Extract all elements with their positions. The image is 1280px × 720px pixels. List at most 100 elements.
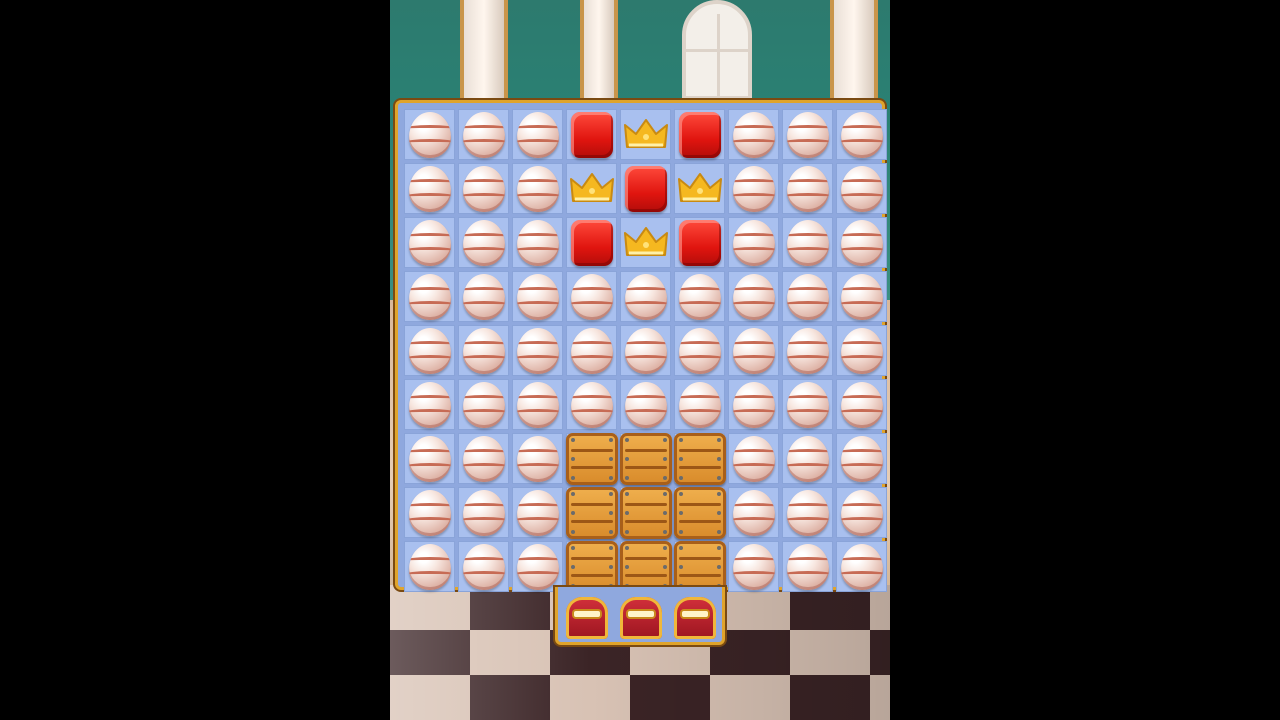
patterned-egg-icon[interactable] bbox=[511, 270, 565, 324]
wooden-crate-icon[interactable] bbox=[619, 486, 673, 540]
red-jelly-block-icon[interactable] bbox=[565, 108, 619, 162]
patterned-egg-icon[interactable] bbox=[457, 540, 511, 594]
patterned-egg-icon[interactable] bbox=[673, 378, 727, 432]
patterned-egg-icon[interactable] bbox=[619, 270, 673, 324]
patterned-egg-icon[interactable] bbox=[565, 324, 619, 378]
patterned-egg-icon[interactable] bbox=[781, 270, 835, 324]
patterned-egg-icon[interactable] bbox=[727, 108, 781, 162]
egg-pattern bbox=[679, 274, 721, 320]
patterned-egg-icon[interactable] bbox=[835, 540, 889, 594]
patterned-egg-icon[interactable] bbox=[403, 108, 457, 162]
patterned-egg-icon[interactable] bbox=[835, 270, 889, 324]
wooden-crate-icon[interactable] bbox=[565, 540, 619, 594]
patterned-egg-icon[interactable] bbox=[403, 324, 457, 378]
patterned-egg-icon[interactable] bbox=[727, 432, 781, 486]
red-jelly-block-icon[interactable] bbox=[619, 162, 673, 216]
patterned-egg-icon[interactable] bbox=[781, 108, 835, 162]
egg-pattern bbox=[517, 274, 559, 320]
wooden-crate-icon[interactable] bbox=[619, 432, 673, 486]
patterned-egg-icon[interactable] bbox=[403, 216, 457, 270]
patterned-egg-icon[interactable] bbox=[727, 324, 781, 378]
gold-crown-icon[interactable] bbox=[619, 216, 673, 270]
patterned-egg-icon[interactable] bbox=[835, 162, 889, 216]
patterned-egg-icon[interactable] bbox=[727, 378, 781, 432]
patterned-egg-icon[interactable] bbox=[403, 486, 457, 540]
red-jelly-block-icon[interactable] bbox=[565, 216, 619, 270]
patterned-egg-icon[interactable] bbox=[511, 540, 565, 594]
patterned-egg-icon[interactable] bbox=[403, 270, 457, 324]
patterned-egg-icon[interactable] bbox=[457, 486, 511, 540]
background-pillar bbox=[580, 0, 618, 110]
crate-bolt bbox=[717, 511, 721, 515]
patterned-egg-icon[interactable] bbox=[457, 162, 511, 216]
wooden-crate-icon[interactable] bbox=[565, 486, 619, 540]
patterned-egg-icon[interactable] bbox=[457, 324, 511, 378]
patterned-egg-icon[interactable] bbox=[781, 432, 835, 486]
crate-bolt bbox=[717, 457, 721, 461]
patterned-egg-icon[interactable] bbox=[403, 540, 457, 594]
patterned-egg-icon[interactable] bbox=[511, 378, 565, 432]
egg-pattern bbox=[571, 382, 613, 428]
patterned-egg-icon[interactable] bbox=[565, 270, 619, 324]
patterned-egg-icon[interactable] bbox=[511, 324, 565, 378]
patterned-egg-icon[interactable] bbox=[457, 378, 511, 432]
patterned-egg-icon[interactable] bbox=[835, 432, 889, 486]
patterned-egg-icon[interactable] bbox=[457, 108, 511, 162]
patterned-egg-icon[interactable] bbox=[781, 324, 835, 378]
gold-crown-icon[interactable] bbox=[673, 162, 727, 216]
wooden-crate-icon[interactable] bbox=[673, 486, 727, 540]
patterned-egg-icon[interactable] bbox=[727, 540, 781, 594]
patterned-egg-icon[interactable] bbox=[673, 324, 727, 378]
crate-bolt bbox=[625, 565, 629, 569]
red-block-shape bbox=[571, 112, 613, 158]
egg-pattern bbox=[409, 436, 451, 482]
patterned-egg-icon[interactable] bbox=[781, 540, 835, 594]
patterned-egg-icon[interactable] bbox=[565, 378, 619, 432]
patterned-egg-icon[interactable] bbox=[511, 108, 565, 162]
background-pillar bbox=[830, 0, 878, 110]
patterned-egg-icon[interactable] bbox=[403, 432, 457, 486]
patterned-egg-icon[interactable] bbox=[403, 378, 457, 432]
crate-bolt bbox=[663, 476, 667, 480]
crate-bolt bbox=[571, 511, 575, 515]
patterned-egg-icon[interactable] bbox=[457, 270, 511, 324]
egg-pattern bbox=[841, 436, 883, 482]
patterned-egg-icon[interactable] bbox=[619, 324, 673, 378]
patterned-egg-icon[interactable] bbox=[619, 378, 673, 432]
patterned-egg-icon[interactable] bbox=[835, 216, 889, 270]
egg-pattern bbox=[463, 274, 505, 320]
patterned-egg-icon[interactable] bbox=[511, 216, 565, 270]
red-block-shape bbox=[679, 112, 721, 158]
crate-bolt bbox=[609, 457, 613, 461]
crate-shape bbox=[566, 433, 618, 485]
patterned-egg-icon[interactable] bbox=[781, 162, 835, 216]
patterned-egg-icon[interactable] bbox=[511, 162, 565, 216]
wooden-crate-icon[interactable] bbox=[565, 432, 619, 486]
patterned-egg-icon[interactable] bbox=[835, 108, 889, 162]
egg-pattern bbox=[787, 490, 829, 536]
patterned-egg-icon[interactable] bbox=[511, 486, 565, 540]
patterned-egg-icon[interactable] bbox=[457, 216, 511, 270]
patterned-egg-icon[interactable] bbox=[835, 486, 889, 540]
patterned-egg-icon[interactable] bbox=[727, 486, 781, 540]
red-jelly-block-icon[interactable] bbox=[673, 216, 727, 270]
patterned-egg-icon[interactable] bbox=[727, 162, 781, 216]
red-jelly-block-icon[interactable] bbox=[673, 108, 727, 162]
wooden-crate-icon[interactable] bbox=[673, 432, 727, 486]
wooden-crate-icon[interactable] bbox=[673, 540, 727, 594]
patterned-egg-icon[interactable] bbox=[403, 162, 457, 216]
patterned-egg-icon[interactable] bbox=[835, 378, 889, 432]
gold-crown-icon[interactable] bbox=[619, 108, 673, 162]
patterned-egg-icon[interactable] bbox=[511, 432, 565, 486]
wooden-crate-icon[interactable] bbox=[619, 540, 673, 594]
gold-crown-icon[interactable] bbox=[565, 162, 619, 216]
red-block-shape bbox=[625, 166, 667, 212]
patterned-egg-icon[interactable] bbox=[781, 486, 835, 540]
patterned-egg-icon[interactable] bbox=[781, 216, 835, 270]
patterned-egg-icon[interactable] bbox=[835, 324, 889, 378]
patterned-egg-icon[interactable] bbox=[673, 270, 727, 324]
patterned-egg-icon[interactable] bbox=[781, 378, 835, 432]
patterned-egg-icon[interactable] bbox=[727, 216, 781, 270]
patterned-egg-icon[interactable] bbox=[457, 432, 511, 486]
patterned-egg-icon[interactable] bbox=[727, 270, 781, 324]
